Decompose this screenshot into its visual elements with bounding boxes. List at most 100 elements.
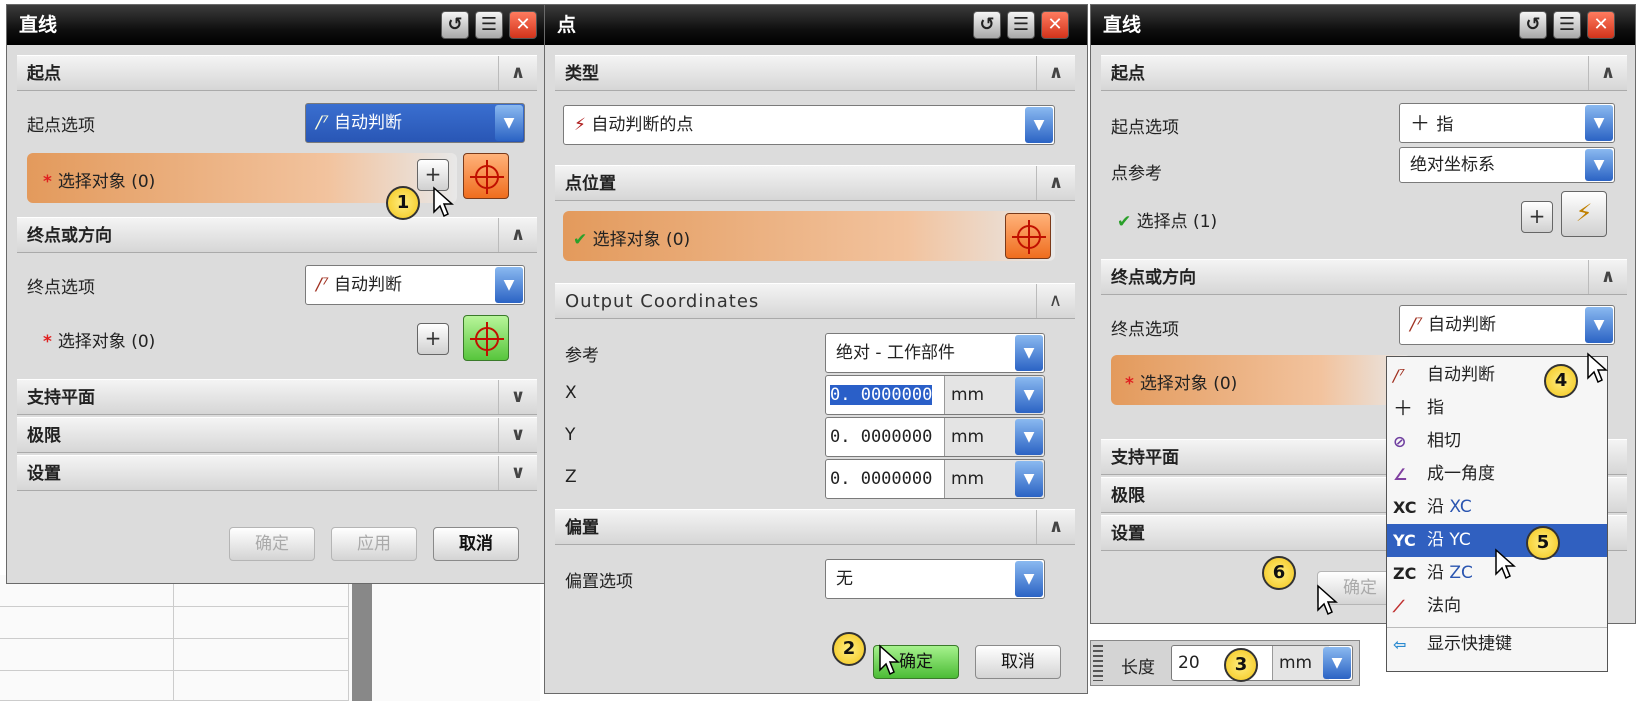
expand-icon[interactable]: ∨ bbox=[498, 380, 537, 414]
point-type-select[interactable]: ⚡ 自动判断的点 ▼ bbox=[563, 105, 1055, 145]
chevron-down-icon[interactable]: ▼ bbox=[495, 105, 523, 141]
section-output-coordinates[interactable]: Output Coordinates ∧ bbox=[555, 283, 1075, 319]
menu-button[interactable]: ☰ bbox=[1553, 11, 1581, 39]
expand-icon[interactable]: ∨ bbox=[498, 418, 537, 452]
section-title: 支持平面 bbox=[27, 388, 95, 408]
close-button[interactable]: ✕ bbox=[509, 11, 537, 39]
menu-button[interactable]: ☰ bbox=[1007, 11, 1035, 39]
expand-icon[interactable]: ∨ bbox=[498, 456, 537, 490]
section-settings[interactable]: 设置 ∨ bbox=[17, 455, 537, 491]
end-option-select[interactable]: /⁷ 自动判断 ▼ bbox=[1399, 305, 1615, 345]
collapse-icon[interactable]: ∧ bbox=[498, 218, 537, 252]
close-button[interactable]: ✕ bbox=[1587, 11, 1615, 39]
add-object-button[interactable]: + bbox=[417, 323, 449, 355]
crosshair-icon bbox=[470, 160, 504, 194]
scrollbar[interactable] bbox=[352, 575, 372, 701]
chevron-down-icon[interactable]: ▼ bbox=[495, 267, 523, 303]
menu-item-label: 法向 bbox=[1427, 596, 1461, 616]
offset-option-value: 无 bbox=[836, 569, 853, 589]
section-support-plane[interactable]: 支持平面 ∨ bbox=[17, 379, 537, 415]
length-value[interactable]: 20 bbox=[1178, 653, 1200, 673]
collapse-icon[interactable]: ∧ bbox=[1588, 56, 1627, 90]
section-title: 极限 bbox=[1111, 486, 1145, 506]
reset-button[interactable]: ↺ bbox=[441, 11, 469, 39]
reset-button[interactable]: ↺ bbox=[1519, 11, 1547, 39]
start-option-select[interactable]: ＋ 指 ▼ bbox=[1399, 103, 1615, 143]
chevron-down-icon[interactable]: ▼ bbox=[1323, 647, 1351, 679]
menu-item-label: 显示快捷键 bbox=[1427, 634, 1512, 654]
selection-row[interactable]: * 选择对象 (0) bbox=[1111, 355, 1411, 405]
chevron-down-icon[interactable]: ▼ bbox=[1585, 307, 1613, 343]
section-type[interactable]: 类型 ∧ bbox=[555, 55, 1075, 91]
collapse-icon[interactable]: ∧ bbox=[1036, 510, 1075, 544]
point-dialog-button[interactable] bbox=[463, 315, 509, 361]
section-end-point[interactable]: 终点或方向 ∧ bbox=[1101, 259, 1627, 295]
section-point-position[interactable]: 点位置 ∧ bbox=[555, 165, 1075, 201]
apply-button[interactable]: 应用 bbox=[331, 527, 417, 561]
cancel-button[interactable]: 取消 bbox=[975, 645, 1061, 679]
x-value[interactable]: 0. 0000000 bbox=[830, 385, 933, 405]
chevron-down-icon[interactable]: ▼ bbox=[1585, 105, 1613, 141]
reference-select[interactable]: 绝对 - 工作部件 ▼ bbox=[825, 333, 1045, 373]
type-body: ⚡ 自动判断的点 ▼ bbox=[555, 91, 1075, 161]
section-start-point[interactable]: 起点 ∧ bbox=[17, 55, 537, 91]
selection-row[interactable]: ✔ 选择对象 (0) bbox=[563, 211, 1055, 261]
point-dialog-button[interactable] bbox=[463, 153, 509, 199]
point-icon: ＋ bbox=[1393, 396, 1413, 420]
arrow-left-icon: ⇦ bbox=[1393, 635, 1407, 654]
chevron-down-icon[interactable]: ▼ bbox=[1015, 335, 1043, 371]
ok-button[interactable]: 确定 bbox=[229, 527, 315, 561]
drag-handle[interactable] bbox=[1093, 645, 1103, 681]
menu-item-label: 沿 bbox=[1427, 530, 1444, 550]
section-offset[interactable]: 偏置 ∧ bbox=[555, 509, 1075, 545]
cancel-button[interactable]: 取消 bbox=[433, 527, 519, 561]
chevron-down-icon[interactable]: ▼ bbox=[1025, 107, 1053, 143]
x-coordinate-field[interactable]: 0. 0000000 mm ▼ bbox=[825, 375, 1045, 415]
menu-item-normal[interactable]: ⟋ 法向 bbox=[1387, 590, 1607, 623]
end-option-select[interactable]: /⁷ 自动判断 ▼ bbox=[305, 265, 525, 305]
point-snap-button[interactable] bbox=[1005, 213, 1051, 259]
section-start-point[interactable]: 起点 ∧ bbox=[1101, 55, 1627, 91]
section-title: 极限 bbox=[27, 426, 61, 446]
collapse-icon[interactable]: ∧ bbox=[1036, 166, 1075, 200]
lightning-icon: ⚡ bbox=[1575, 199, 1593, 227]
background-grid bbox=[0, 575, 540, 701]
menu-item-label: 自动判断 bbox=[1427, 365, 1495, 385]
menu-item-along-xc[interactable]: XC 沿 XC bbox=[1387, 491, 1607, 524]
z-value[interactable]: 0. 0000000 bbox=[830, 469, 932, 489]
start-option-label: 起点选项 bbox=[27, 116, 95, 136]
z-coordinate-field[interactable]: 0. 0000000 mm ▼ bbox=[825, 459, 1045, 499]
menu-item-tangent[interactable]: ⊘ 相切 bbox=[1387, 425, 1607, 458]
y-value[interactable]: 0. 0000000 bbox=[830, 427, 932, 447]
section-limits[interactable]: 极限 ∨ bbox=[17, 417, 537, 453]
callout-3: 3 bbox=[1224, 648, 1258, 682]
chevron-down-icon[interactable]: ▼ bbox=[1015, 419, 1043, 455]
end-option-value: 自动判断 bbox=[1427, 315, 1496, 335]
point-reference-select[interactable]: 绝对坐标系 ▼ bbox=[1399, 147, 1615, 183]
chevron-down-icon[interactable]: ▼ bbox=[1015, 561, 1043, 597]
offset-option-select[interactable]: 无 ▼ bbox=[825, 559, 1045, 599]
reset-button[interactable]: ↺ bbox=[973, 11, 1001, 39]
menu-button[interactable]: ☰ bbox=[475, 11, 503, 39]
section-end-point[interactable]: 终点或方向 ∧ bbox=[17, 217, 537, 253]
collapse-icon[interactable]: ∧ bbox=[1036, 284, 1075, 318]
menu-item-label: 相切 bbox=[1427, 431, 1461, 451]
chevron-down-icon[interactable]: ▼ bbox=[1015, 461, 1043, 497]
collapse-icon[interactable]: ∧ bbox=[498, 56, 537, 90]
start-option-select[interactable]: /⁷ 自动判断 ▼ bbox=[305, 103, 525, 143]
chevron-down-icon[interactable]: ▼ bbox=[1015, 377, 1043, 413]
infer-point-button[interactable]: ⚡ bbox=[1561, 191, 1607, 237]
chevron-down-icon[interactable]: ▼ bbox=[1585, 149, 1613, 181]
menu-item-angle[interactable]: ∠ 成一角度 bbox=[1387, 458, 1607, 491]
add-point-button[interactable]: + bbox=[1521, 201, 1553, 233]
y-coordinate-field[interactable]: 0. 0000000 mm ▼ bbox=[825, 417, 1045, 457]
collapse-icon[interactable]: ∧ bbox=[1588, 260, 1627, 294]
end-point-body: 终点选项 /⁷ 自动判断 ▼ * 选择对象 (0) + bbox=[17, 253, 537, 379]
length-field[interactable]: 20 mm ▼ bbox=[1171, 645, 1353, 681]
zc-axis-icon: ZC bbox=[1393, 564, 1417, 583]
close-button[interactable]: ✕ bbox=[1041, 11, 1069, 39]
menu-item-show-shortcuts[interactable]: ⇦ 显示快捷键 bbox=[1387, 627, 1607, 660]
menu-item-point[interactable]: ＋指 bbox=[1387, 392, 1607, 425]
collapse-icon[interactable]: ∧ bbox=[1036, 56, 1075, 90]
normal-icon: ⟋ bbox=[1393, 597, 1405, 616]
